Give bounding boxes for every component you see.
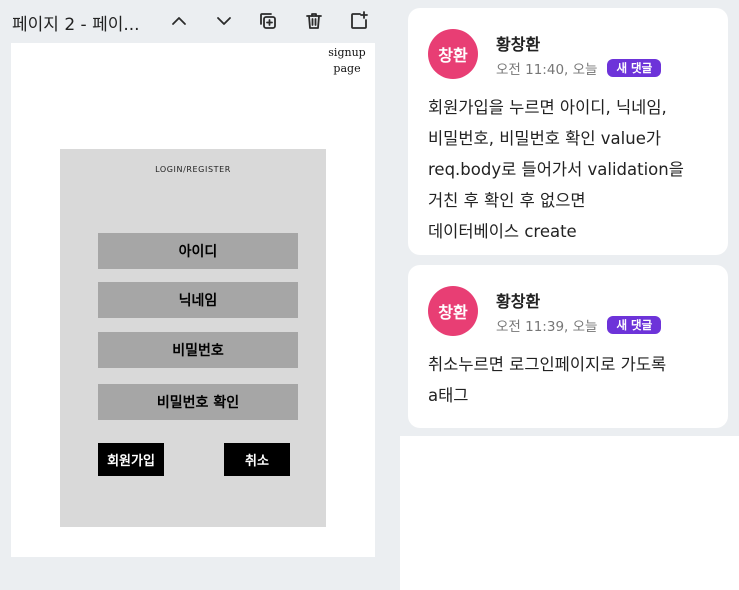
trash-icon[interactable] xyxy=(302,9,326,33)
comment-meta: 오전 11:40, 오늘 새 댓글 xyxy=(496,58,662,78)
new-comment-badge: 새 댓글 xyxy=(607,59,662,77)
id-field[interactable]: 아이디 xyxy=(98,233,298,269)
password-field[interactable]: 비밀번호 xyxy=(98,332,298,368)
page-toolbar: 페이지 2 - 페이... xyxy=(0,0,400,42)
comment-time: 오전 11:40, 오늘 xyxy=(496,62,598,78)
page-editor-panel: 페이지 2 - 페이... signup page LOGIN/REGISTER… xyxy=(0,0,400,590)
signup-page-label: signup page xyxy=(327,45,367,77)
avatar: 창환 xyxy=(428,29,478,79)
chevron-down-icon[interactable] xyxy=(212,9,236,33)
comment-card: 창환 황창환 오전 11:40, 오늘 새 댓글 회원가입을 누르면 아이디, … xyxy=(408,8,728,255)
comment-meta: 오전 11:39, 오늘 새 댓글 xyxy=(496,315,662,335)
comments-panel: 창환 황창환 오전 11:40, 오늘 새 댓글 회원가입을 누르면 아이디, … xyxy=(400,0,739,436)
login-register-form: LOGIN/REGISTER 아이디 닉네임 비밀번호 비밀번호 확인 회원가입… xyxy=(60,149,326,527)
comment-line: a태그 xyxy=(428,386,469,405)
comment-line: 취소누르면 로그인페이지로 가도록 xyxy=(428,355,667,374)
comment-time: 오전 11:39, 오늘 xyxy=(496,319,598,335)
new-comment-badge: 새 댓글 xyxy=(607,316,662,334)
comment-line: 비밀번호, 비밀번호 확인 value가 xyxy=(428,129,662,148)
page-canvas[interactable]: signup page LOGIN/REGISTER 아이디 닉네임 비밀번호 … xyxy=(11,43,375,557)
page-title[interactable]: 페이지 2 - 페이... xyxy=(12,10,140,35)
signup-button[interactable]: 회원가입 xyxy=(98,443,164,476)
comment-line: req.body로 들어가서 validation을 xyxy=(428,160,684,179)
comment-card: 창환 황창환 오전 11:39, 오늘 새 댓글 취소누르면 로그인페이지로 가… xyxy=(408,265,728,428)
duplicate-icon[interactable] xyxy=(256,9,280,33)
avatar: 창환 xyxy=(428,286,478,336)
comment-body: 회원가입을 누르면 아이디, 닉네임, 비밀번호, 비밀번호 확인 value가… xyxy=(428,92,718,247)
comment-body: 취소누르면 로그인페이지로 가도록 a태그 xyxy=(428,349,718,411)
form-title: LOGIN/REGISTER xyxy=(155,165,231,174)
signup-label-line1: signup xyxy=(328,46,366,59)
cancel-button[interactable]: 취소 xyxy=(224,443,290,476)
password-confirm-field[interactable]: 비밀번호 확인 xyxy=(98,384,298,420)
nickname-field[interactable]: 닉네임 xyxy=(98,282,298,318)
comment-line: 거친 후 확인 후 없으면 xyxy=(428,191,586,210)
chevron-up-icon[interactable] xyxy=(167,9,191,33)
comment-line: 회원가입을 누르면 아이디, 닉네임, xyxy=(428,98,667,117)
comment-line: 데이터베이스 create xyxy=(428,222,577,241)
signup-label-line2: page xyxy=(333,62,361,75)
comment-author: 황창환 xyxy=(496,292,541,311)
comment-author: 황창환 xyxy=(496,35,541,54)
add-page-icon[interactable] xyxy=(347,9,371,33)
